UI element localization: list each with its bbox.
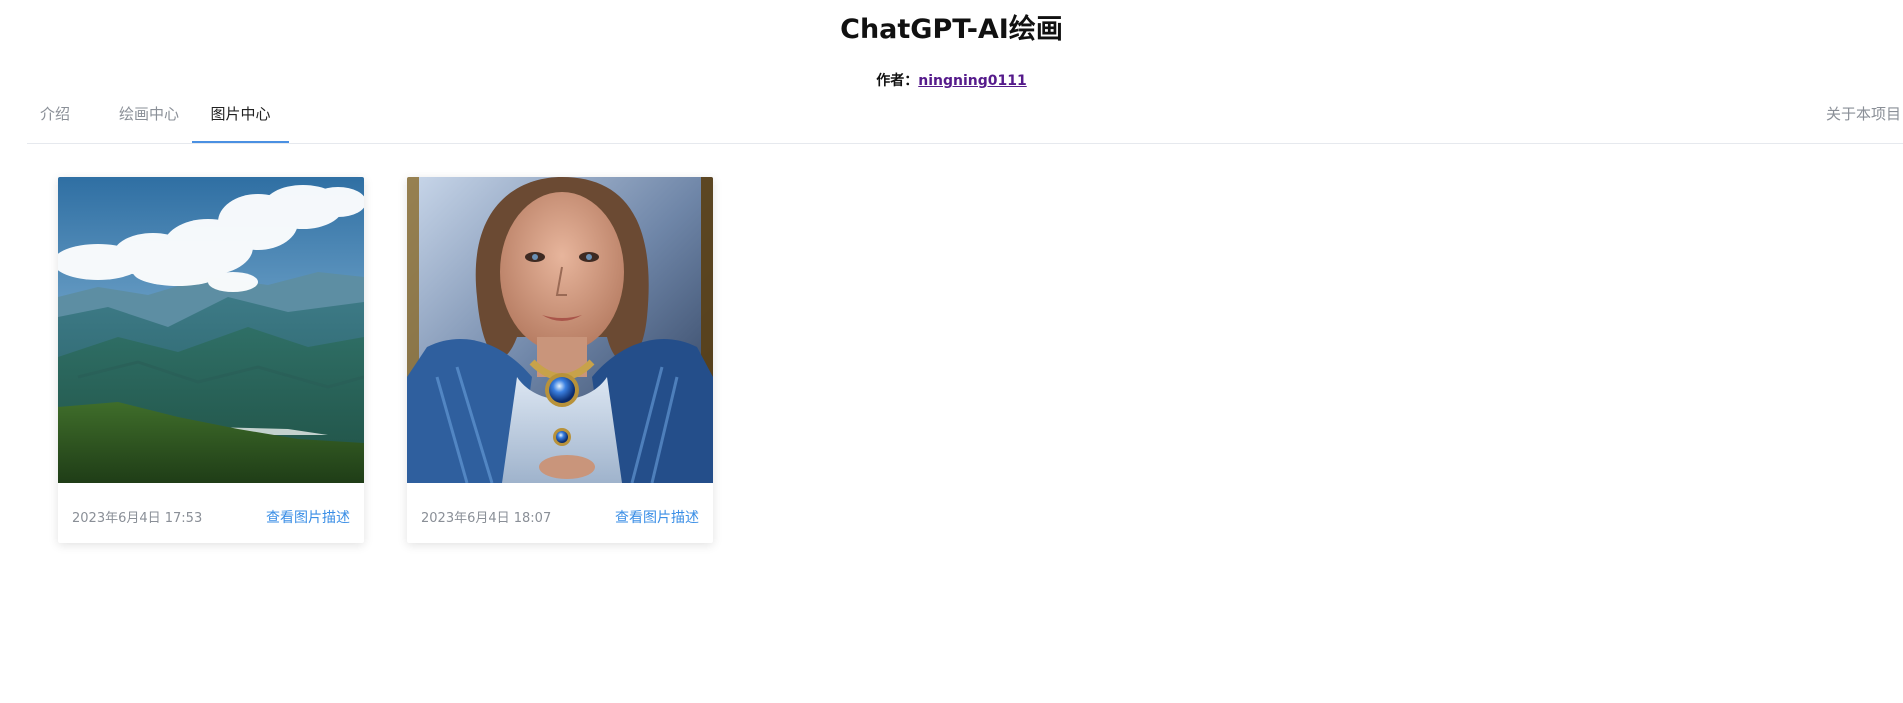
author-prefix: 作者： — [876, 73, 919, 89]
image-card[interactable]: 2023年6月4日 18:07 查看图片描述 — [407, 177, 713, 543]
card-footer: 2023年6月4日 17:53 查看图片描述 — [58, 483, 364, 543]
header: ChatGPT-AI绘画 作者：ningning0111 — [0, 0, 1903, 90]
page: ChatGPT-AI绘画 作者：ningning0111 介绍 绘画中心 图片中… — [0, 0, 1903, 703]
card-date: 2023年6月4日 17:53 — [72, 511, 203, 526]
site-title: ChatGPT-AI绘画 — [840, 14, 1063, 45]
view-description-link[interactable]: 查看图片描述 — [266, 507, 350, 527]
author-line: 作者：ningning0111 — [0, 70, 1903, 90]
tab-bar: 介绍 绘画中心 图片中心 关于本项目 — [27, 96, 1903, 144]
tab-about-project[interactable]: 关于本项目 — [1826, 96, 1901, 132]
mountain-landscape-image[interactable] — [58, 177, 364, 483]
tab-image-center[interactable]: 图片中心 — [192, 96, 289, 143]
view-description-link[interactable]: 查看图片描述 — [615, 507, 699, 527]
card-footer: 2023年6月4日 18:07 查看图片描述 — [407, 483, 713, 543]
author-link[interactable]: ningning0111 — [918, 73, 1026, 89]
tab-intro[interactable]: 介绍 — [35, 96, 75, 143]
card-date: 2023年6月4日 18:07 — [421, 511, 552, 526]
image-card[interactable]: 2023年6月4日 17:53 查看图片描述 — [58, 177, 364, 543]
tab-drawing-center[interactable]: 绘画中心 — [113, 96, 185, 143]
fantasy-woman-portrait-image[interactable] — [407, 177, 713, 483]
